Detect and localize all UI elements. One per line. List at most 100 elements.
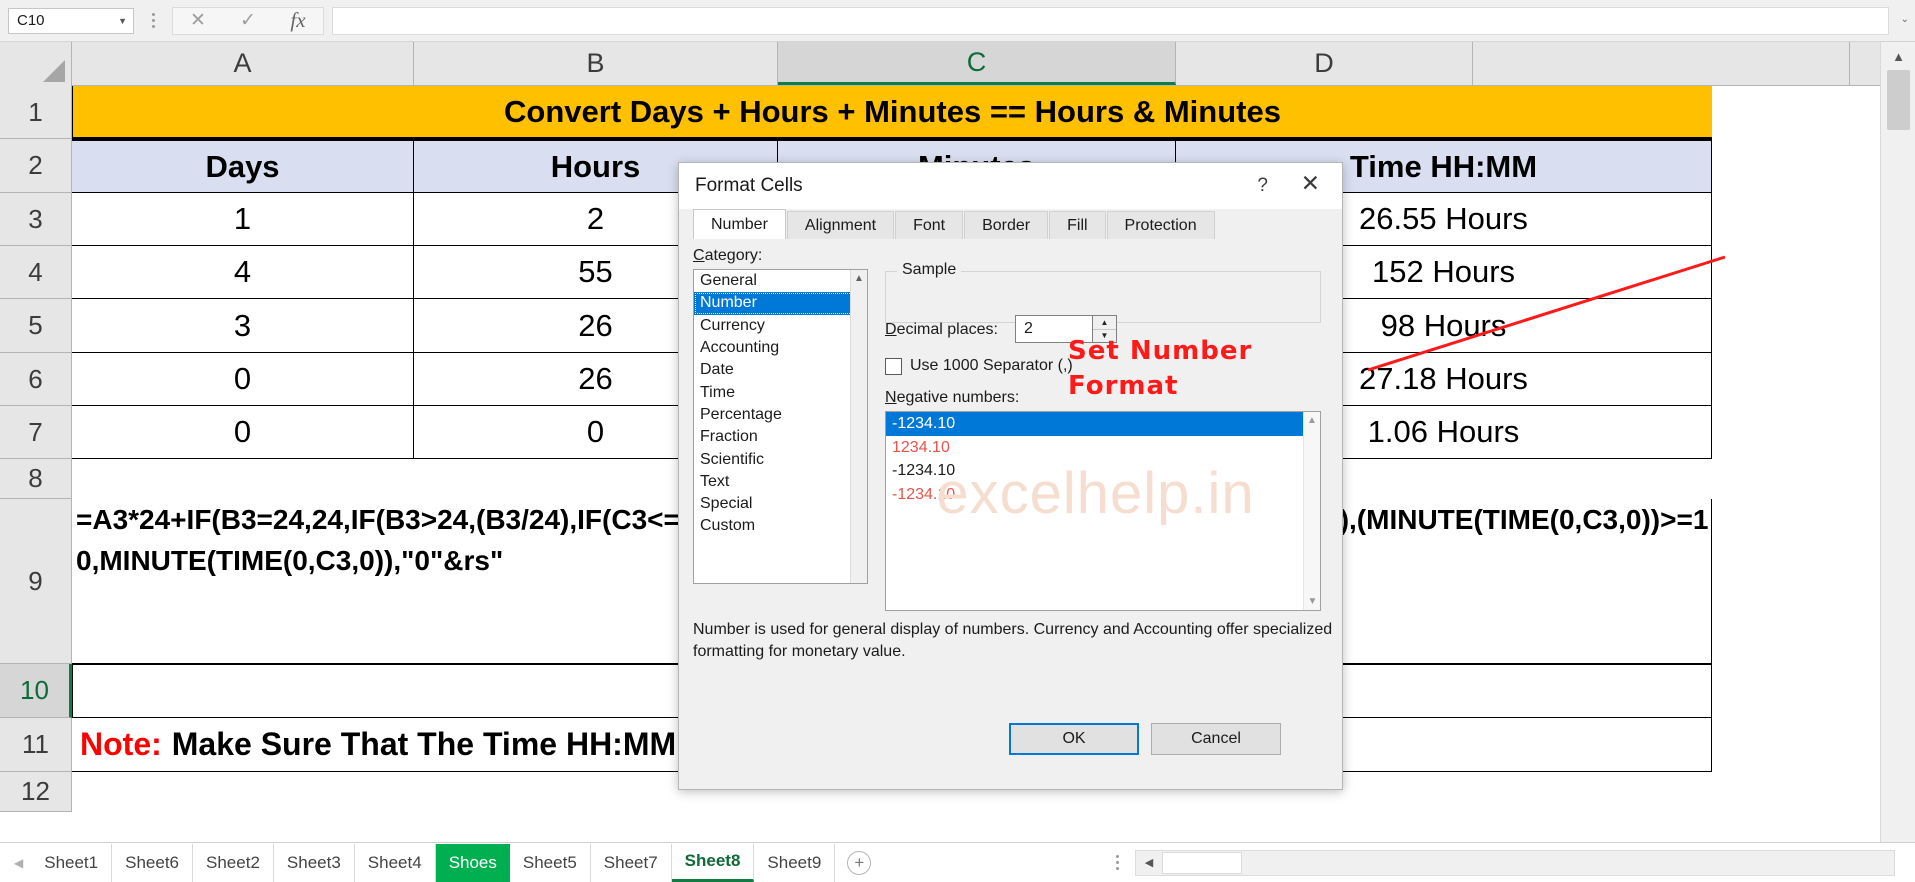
- category-item-fraction[interactable]: Fraction: [694, 426, 867, 448]
- cell-e4[interactable]: [1712, 246, 1880, 299]
- category-item-scientific[interactable]: Scientific: [694, 449, 867, 471]
- category-listbox[interactable]: General Number Currency Accounting Date …: [693, 269, 868, 584]
- sheet-tab-sheet1[interactable]: Sheet1: [31, 843, 113, 882]
- sheet-tab-sheet8[interactable]: Sheet8: [671, 843, 755, 882]
- cell-e3[interactable]: [1712, 193, 1880, 246]
- scroll-up-icon[interactable]: ▲: [1304, 412, 1320, 429]
- category-item-accounting[interactable]: Accounting: [694, 337, 867, 359]
- add-sheet-icon[interactable]: +: [847, 850, 872, 875]
- row-header-2[interactable]: 2: [0, 139, 72, 193]
- row-header-3[interactable]: 3: [0, 193, 72, 246]
- cell-a4[interactable]: 4: [72, 246, 414, 299]
- row-header-12[interactable]: 12: [0, 772, 72, 812]
- category-item-currency[interactable]: Currency: [694, 315, 867, 337]
- cancel-button[interactable]: Cancel: [1151, 723, 1281, 755]
- tab-fill[interactable]: Fill: [1049, 211, 1106, 239]
- row-headers: 1 2 3 4 5 6 7 8 9 10 11 12: [0, 86, 72, 812]
- more-options-icon[interactable]: [144, 8, 162, 34]
- category-item-general[interactable]: General: [694, 270, 867, 292]
- horizontal-scroll-thumb[interactable]: [1162, 851, 1242, 874]
- cell-e11[interactable]: [1712, 718, 1880, 772]
- help-icon[interactable]: ?: [1257, 175, 1268, 197]
- sheet-tab-sheet5[interactable]: Sheet5: [510, 843, 591, 882]
- confirm-check-icon[interactable]: ✓: [223, 8, 273, 34]
- formula-input[interactable]: [332, 6, 1889, 35]
- name-box[interactable]: C10 ▼: [8, 7, 134, 34]
- horizontal-scrollbar[interactable]: ◀: [1135, 849, 1895, 876]
- cell-e7[interactable]: [1712, 406, 1880, 459]
- chevron-down-icon[interactable]: ▼: [118, 16, 127, 26]
- category-item-date[interactable]: Date: [694, 359, 867, 381]
- row-header-5[interactable]: 5: [0, 299, 72, 353]
- sheet-tab-sheet6[interactable]: Sheet6: [112, 843, 194, 882]
- cancel-x-icon[interactable]: ✕: [173, 8, 223, 34]
- tab-number[interactable]: Number: [693, 209, 786, 239]
- ok-button[interactable]: OK: [1009, 723, 1139, 755]
- tab-font[interactable]: Font: [895, 211, 964, 239]
- tab-border[interactable]: Border: [964, 211, 1049, 239]
- scroll-left-icon[interactable]: ◀: [1136, 851, 1162, 875]
- sheet-tab-sheet3[interactable]: Sheet3: [274, 843, 355, 882]
- tab-alignment[interactable]: Alignment: [786, 211, 895, 239]
- row-header-1[interactable]: 1: [0, 86, 72, 139]
- nav-prev-icon[interactable]: ◀: [14, 856, 23, 870]
- cell-e6[interactable]: [1712, 353, 1880, 406]
- tab-protection[interactable]: Protection: [1106, 211, 1215, 239]
- category-item-percentage[interactable]: Percentage: [694, 404, 867, 426]
- insert-function-icon[interactable]: fx: [273, 8, 323, 34]
- cell-e1[interactable]: [1712, 86, 1880, 139]
- row-header-4[interactable]: 4: [0, 246, 72, 299]
- cell-a2-days[interactable]: Days: [72, 139, 414, 193]
- column-header-d[interactable]: D: [1176, 42, 1473, 85]
- expand-formula-bar-icon[interactable]: ⌄: [1901, 14, 1909, 25]
- negative-numbers-listbox[interactable]: -1234.10 1234.10 -1234.10 -1234.10 excel…: [885, 411, 1321, 611]
- cell-a6[interactable]: 0: [72, 353, 414, 406]
- negative-option-2[interactable]: 1234.10: [886, 436, 1320, 460]
- checkbox-icon[interactable]: [885, 357, 902, 375]
- sheet-tab-sheet9[interactable]: Sheet9: [754, 843, 836, 882]
- scroll-up-icon[interactable]: ▲: [851, 270, 867, 287]
- column-header-b[interactable]: B: [414, 42, 778, 85]
- dialog-titlebar[interactable]: Format Cells: [679, 163, 1342, 209]
- vertical-scrollbar[interactable]: ▲: [1880, 42, 1915, 842]
- category-scrollbar[interactable]: ▲: [850, 270, 867, 583]
- formula-bar: C10 ▼ ✕ ✓ fx ⌄: [0, 0, 1915, 42]
- category-item-special[interactable]: Special: [694, 493, 867, 515]
- column-header-a[interactable]: A: [72, 42, 414, 85]
- scroll-down-icon[interactable]: ▼: [1304, 593, 1320, 610]
- category-item-number[interactable]: Number: [694, 292, 867, 315]
- vertical-scroll-thumb[interactable]: [1887, 70, 1910, 130]
- sheet-tab-sheet2[interactable]: Sheet2: [193, 843, 274, 882]
- cell-a7[interactable]: 0: [72, 406, 414, 459]
- tab-overflow-icon[interactable]: [1116, 855, 1119, 870]
- sheet-tab-shoes[interactable]: Shoes: [435, 843, 510, 882]
- row-header-7[interactable]: 7: [0, 406, 72, 459]
- negative-scrollbar[interactable]: ▲ ▼: [1303, 412, 1320, 610]
- cell-e10[interactable]: [1712, 664, 1880, 718]
- negative-option-1[interactable]: -1234.10: [886, 412, 1320, 436]
- select-all-corner[interactable]: [0, 42, 72, 86]
- close-icon[interactable]: ✕: [1301, 172, 1320, 195]
- cell-e5[interactable]: [1712, 299, 1880, 353]
- scroll-up-icon[interactable]: ▲: [1881, 42, 1915, 70]
- cell-e9[interactable]: [1712, 499, 1880, 664]
- category-item-time[interactable]: Time: [694, 382, 867, 404]
- row-header-10[interactable]: 10: [0, 664, 72, 718]
- cell-a3[interactable]: 1: [72, 193, 414, 246]
- row-header-11[interactable]: 11: [0, 718, 72, 772]
- stepper-up-icon[interactable]: ▲: [1093, 316, 1116, 330]
- cell-a5[interactable]: 3: [72, 299, 414, 353]
- sheet-tab-sheet4[interactable]: Sheet4: [355, 843, 436, 882]
- use-1000-separator-checkbox[interactable]: Use 1000 Separator (,): [885, 357, 1073, 375]
- tab-navigation[interactable]: ◀: [14, 856, 23, 870]
- column-header-e[interactable]: [1473, 42, 1850, 85]
- category-item-custom[interactable]: Custom: [694, 515, 867, 537]
- cell-a1-title[interactable]: Convert Days + Hours + Minutes == Hours …: [72, 86, 1712, 139]
- row-header-8[interactable]: 8: [0, 459, 72, 499]
- cell-e2[interactable]: [1712, 139, 1880, 193]
- column-header-c[interactable]: C: [778, 42, 1176, 85]
- category-item-text[interactable]: Text: [694, 471, 867, 493]
- row-header-6[interactable]: 6: [0, 353, 72, 406]
- row-header-9[interactable]: 9: [0, 499, 72, 664]
- sheet-tab-sheet7[interactable]: Sheet7: [591, 843, 672, 882]
